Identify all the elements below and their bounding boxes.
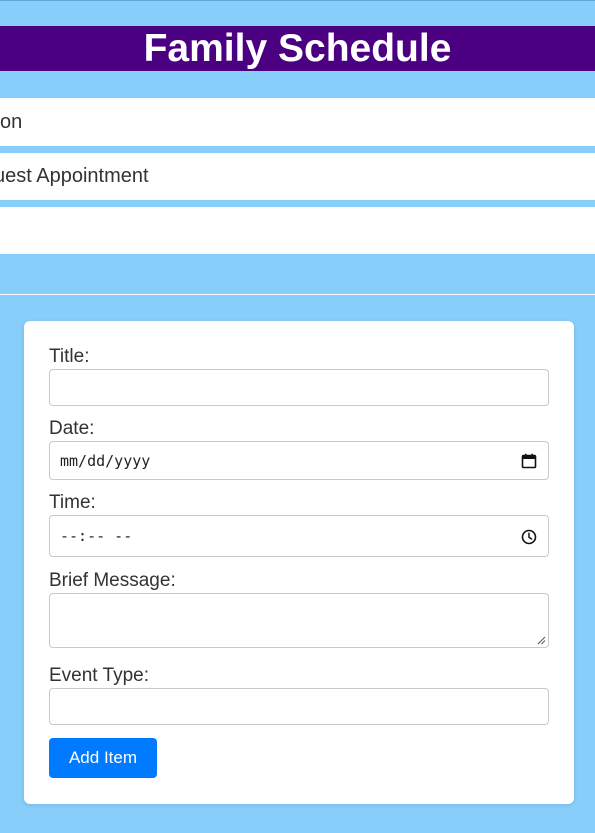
resize-grip-icon[interactable] (536, 635, 546, 645)
title-input[interactable] (49, 369, 549, 406)
add-item-button[interactable]: Add Item (49, 738, 157, 778)
date-input-placeholder: mm/dd/yyyy (60, 452, 151, 470)
schedule-list-item[interactable]: uest Appointment (0, 153, 595, 200)
title-label: Title: (49, 346, 90, 367)
schedule-item-label: on (0, 111, 23, 133)
time-input-placeholder: --:-- -- (60, 527, 133, 545)
message-textarea[interactable] (49, 593, 549, 648)
section-divider (0, 294, 595, 295)
time-label: Time: (49, 492, 96, 513)
event-type-input[interactable] (49, 688, 549, 725)
calendar-icon[interactable] (521, 453, 537, 469)
event-type-label: Event Type: (49, 665, 149, 686)
date-input[interactable]: mm/dd/yyyy (49, 441, 549, 480)
top-border (0, 0, 595, 1)
schedule-list-item[interactable]: on (0, 98, 595, 146)
date-label: Date: (49, 418, 95, 439)
clock-icon[interactable] (521, 529, 537, 545)
schedule-list-item[interactable] (0, 207, 595, 254)
add-item-form: Title: Date: mm/dd/yyyy Time: --:-- -- B… (24, 321, 574, 804)
schedule-item-label: uest Appointment (0, 165, 149, 187)
time-input[interactable]: --:-- -- (49, 515, 549, 557)
page-title: Family Schedule (0, 26, 595, 71)
message-label: Brief Message: (49, 570, 176, 591)
